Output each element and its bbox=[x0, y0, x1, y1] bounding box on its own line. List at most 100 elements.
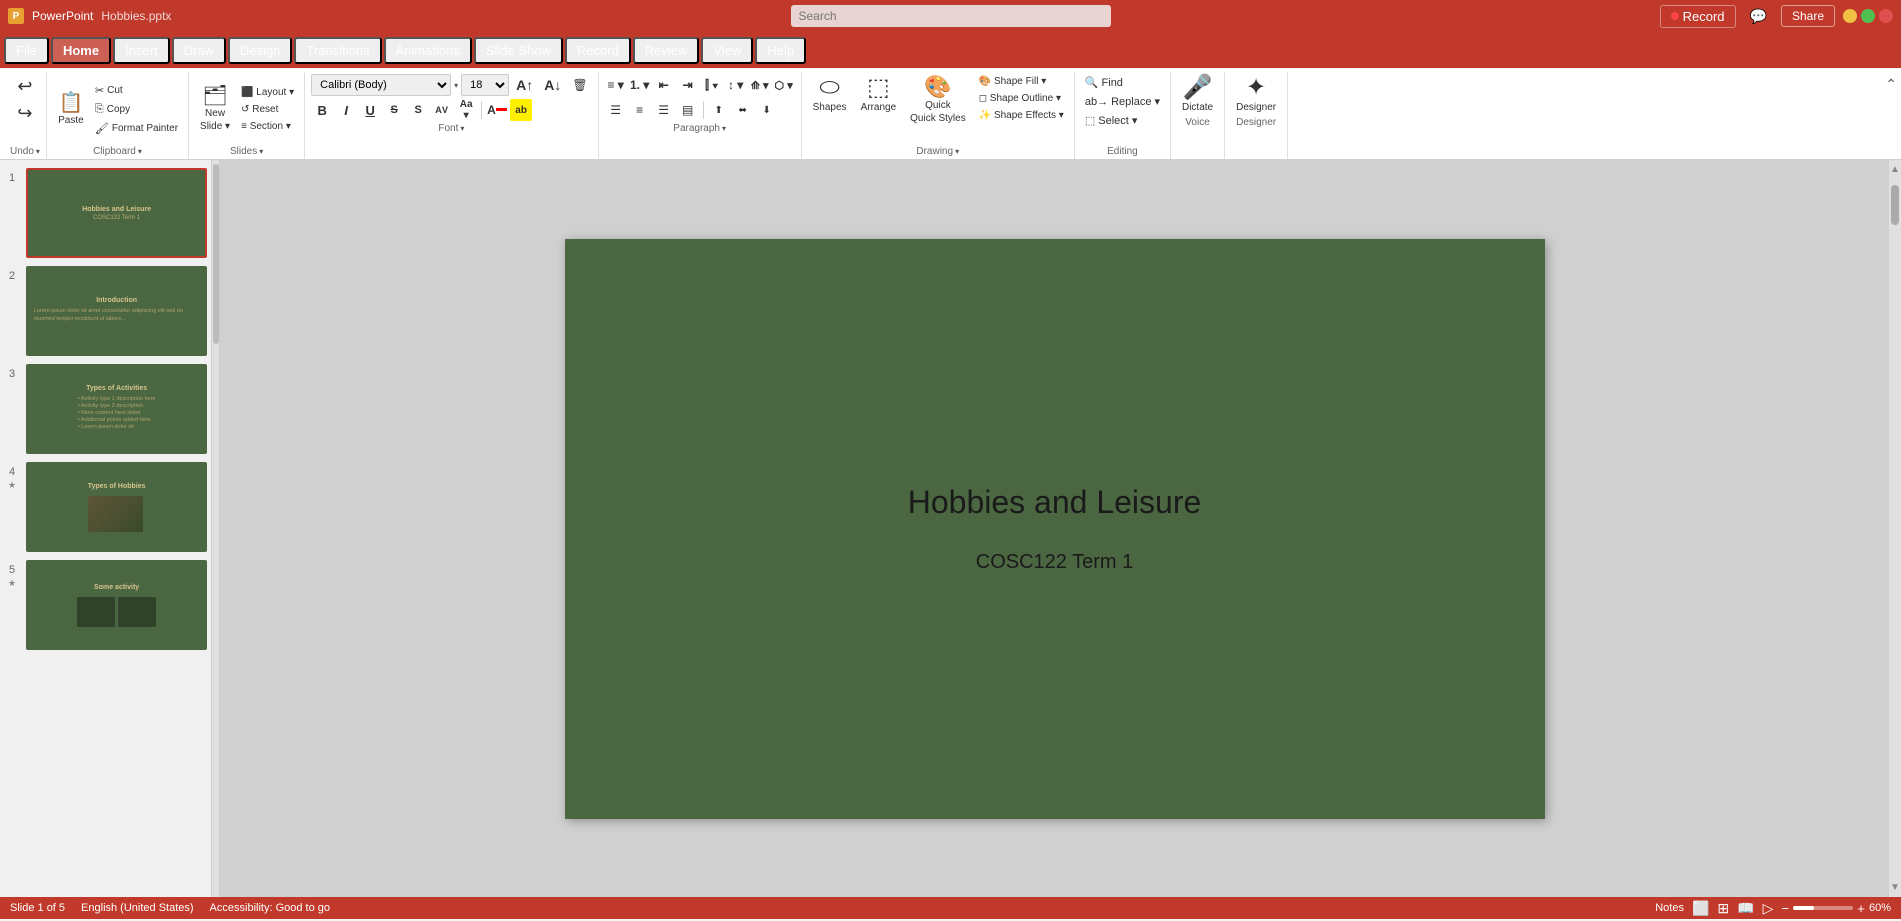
dictate-icon: 🎤 bbox=[1183, 76, 1213, 100]
minimize-button[interactable] bbox=[1843, 9, 1857, 23]
slide-sorter-button[interactable]: ⊞ bbox=[1717, 900, 1729, 917]
clipboard-group-label[interactable]: Clipboard ▾ bbox=[93, 146, 142, 157]
clipboard-expand-icon: ▾ bbox=[138, 147, 142, 156]
shape-outline-button[interactable]: ◻ Shape Outline ▾ bbox=[975, 91, 1068, 106]
menu-file[interactable]: File bbox=[4, 37, 49, 64]
italic-button[interactable]: I bbox=[335, 99, 357, 121]
slide-count: Slide 1 of 5 bbox=[10, 902, 65, 914]
menu-help[interactable]: Help bbox=[755, 37, 806, 64]
font-color-button[interactable]: A bbox=[486, 99, 508, 121]
designer-button[interactable]: ✦ Designer bbox=[1231, 74, 1281, 115]
replace-button[interactable]: ab→ Replace ▾ bbox=[1081, 93, 1164, 110]
search-input[interactable] bbox=[791, 5, 1111, 27]
slide-panel-scrollbar[interactable] bbox=[212, 160, 220, 897]
shadow-button[interactable]: S bbox=[407, 99, 429, 121]
slide-panel-scroll-thumb[interactable] bbox=[213, 164, 219, 344]
clear-format-button[interactable]: 🗑 bbox=[568, 76, 591, 94]
menu-slideshow[interactable]: Slide Show bbox=[474, 37, 563, 64]
slide-4-thumb[interactable]: Types of Hobbies bbox=[26, 462, 207, 552]
bullets-button[interactable]: ≡ ▾ bbox=[605, 74, 627, 96]
menu-draw[interactable]: Draw bbox=[172, 37, 226, 64]
section-button[interactable]: ≡ Section ▾ bbox=[237, 119, 298, 134]
close-button[interactable] bbox=[1879, 9, 1893, 23]
align-top-button[interactable]: ⬆ bbox=[708, 99, 730, 121]
record-button[interactable]: Record bbox=[1660, 5, 1736, 28]
menu-review[interactable]: Review bbox=[633, 37, 700, 64]
normal-view-button[interactable]: ⬜ bbox=[1692, 900, 1709, 917]
arrange-button[interactable]: ⬚ Arrange bbox=[856, 74, 902, 115]
align-middle-button[interactable]: ⬌ bbox=[732, 99, 754, 121]
char-spacing-button[interactable]: AV bbox=[431, 99, 453, 121]
drawing-group-label[interactable]: Drawing ▾ bbox=[916, 146, 959, 157]
slideshow-button[interactable]: ▷ bbox=[1763, 900, 1774, 917]
select-button[interactable]: ⬚ Select ▾ bbox=[1081, 112, 1142, 129]
align-bottom-button[interactable]: ⬇ bbox=[756, 99, 778, 121]
font-grow-button[interactable]: A↑ bbox=[512, 75, 537, 95]
numbering-button[interactable]: 1. ▾ bbox=[629, 74, 651, 96]
ribbon-collapse-button[interactable]: ⌃ bbox=[1885, 76, 1897, 93]
slides-group-label[interactable]: Slides ▾ bbox=[230, 146, 263, 157]
change-case-button[interactable]: Aa ▾ bbox=[455, 99, 477, 121]
layout-button[interactable]: ⬛ Layout ▾ bbox=[237, 85, 298, 100]
scroll-down-button[interactable]: ▼ bbox=[1888, 880, 1901, 895]
reading-view-button[interactable]: 📖 bbox=[1737, 900, 1754, 917]
menu-home[interactable]: Home bbox=[51, 37, 111, 64]
new-slide-button[interactable]: 🗂 New Slide ▾ bbox=[195, 84, 235, 134]
notes-button[interactable]: Notes bbox=[1655, 902, 1684, 914]
slide-3-thumb[interactable]: Types of Activities • Activity type 1 de… bbox=[26, 364, 207, 454]
align-center-button[interactable]: ≡ bbox=[629, 99, 651, 121]
menu-animations[interactable]: Animations bbox=[384, 37, 472, 64]
font-size-select[interactable]: 18 bbox=[461, 74, 509, 96]
decrease-indent-button[interactable]: ⇤ bbox=[653, 74, 675, 96]
slide-2-thumb[interactable]: Introduction Lorem ipsum dolor sit amet … bbox=[26, 266, 207, 356]
menu-design[interactable]: Design bbox=[228, 37, 292, 64]
share-button[interactable]: Share bbox=[1781, 5, 1835, 27]
cut-button[interactable]: ✂ Cut bbox=[91, 82, 182, 99]
scroll-thumb[interactable] bbox=[1891, 185, 1899, 225]
menu-transitions[interactable]: Transitions bbox=[294, 37, 381, 64]
highlight-button[interactable]: ab bbox=[510, 99, 532, 121]
columns-button[interactable]: ⫿ ▾ bbox=[701, 74, 723, 96]
paste-button[interactable]: 📋 Paste bbox=[53, 91, 89, 128]
maximize-button[interactable] bbox=[1861, 9, 1875, 23]
shape-effects-button[interactable]: ✨ Shape Effects ▾ bbox=[975, 108, 1068, 123]
zoom-out-button[interactable]: − bbox=[1781, 901, 1789, 916]
reset-button[interactable]: ↺ Reset bbox=[237, 102, 298, 117]
slide-1-thumb[interactable]: Hobbies and Leisure COSC122 Term 1 bbox=[26, 168, 207, 258]
copy-button[interactable]: ⎘ Copy bbox=[91, 101, 182, 118]
scroll-up-button[interactable]: ▲ bbox=[1888, 162, 1901, 177]
undo-group-label[interactable]: Undo ▾ bbox=[10, 146, 40, 157]
find-button[interactable]: 🔍 Find bbox=[1081, 74, 1127, 91]
menu-record[interactable]: Record bbox=[565, 37, 631, 64]
shapes-button[interactable]: ⬭ Shapes bbox=[808, 74, 852, 115]
menu-view[interactable]: View bbox=[701, 37, 753, 64]
paragraph-group-label[interactable]: Paragraph ▾ bbox=[673, 123, 726, 134]
format-painter-button[interactable]: 🖌 Format Painter bbox=[91, 120, 182, 137]
justify-button[interactable]: ▤ bbox=[677, 99, 699, 121]
text-direction-button[interactable]: ⟰ ▾ bbox=[749, 74, 771, 96]
underline-button[interactable]: U bbox=[359, 99, 381, 121]
slide-canvas[interactable]: Hobbies and Leisure COSC122 Term 1 bbox=[565, 239, 1545, 819]
comments-button[interactable]: 💬 bbox=[1744, 6, 1773, 27]
zoom-slider[interactable] bbox=[1793, 906, 1853, 910]
line-spacing-button[interactable]: ↕ ▾ bbox=[725, 74, 747, 96]
smart-art-button[interactable]: ⬡ ▾ bbox=[773, 74, 795, 96]
redo-button[interactable]: ↪ bbox=[13, 101, 36, 126]
dictate-button[interactable]: 🎤 Dictate bbox=[1177, 74, 1218, 115]
menu-insert[interactable]: Insert bbox=[113, 37, 170, 64]
quick-styles-button[interactable]: 🎨 Quick Quick Styles bbox=[905, 74, 971, 126]
align-right-button[interactable]: ☰ bbox=[653, 99, 675, 121]
slide-5-thumb[interactable]: Some activity bbox=[26, 560, 207, 650]
editor-scrollbar-v[interactable]: ▲ ▼ bbox=[1889, 160, 1901, 897]
font-shrink-button[interactable]: A↓ bbox=[540, 75, 565, 95]
increase-indent-button[interactable]: ⇥ bbox=[677, 74, 699, 96]
align-left-button[interactable]: ☰ bbox=[605, 99, 627, 121]
shape-fill-button[interactable]: 🎨 Shape Fill ▾ bbox=[975, 74, 1068, 89]
strikethrough-button[interactable]: S bbox=[383, 99, 405, 121]
quick-styles-icon: 🎨 bbox=[924, 76, 951, 98]
bold-button[interactable]: B bbox=[311, 99, 333, 121]
font-name-select[interactable]: Calibri (Body) bbox=[311, 74, 451, 96]
undo-button[interactable]: ↩ bbox=[13, 74, 36, 99]
zoom-in-button[interactable]: + bbox=[1857, 901, 1865, 916]
font-group-label[interactable]: Font ▾ bbox=[438, 123, 464, 134]
